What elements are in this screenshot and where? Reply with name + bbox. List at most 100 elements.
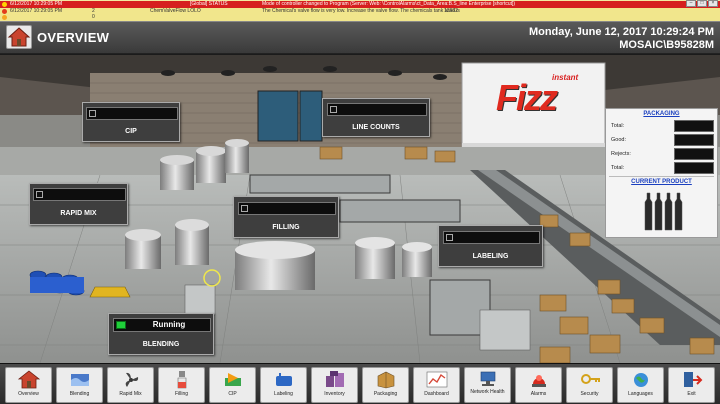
datetime-display: Monday, June 12, 2017 10:29:24 PM [528,26,714,38]
blending-icon [71,374,89,386]
labeling-label: LABELING [472,253,509,260]
blending-status-text: Running [152,320,186,329]
alarm-severity-icon [2,2,7,7]
rapid-mix-panel[interactable]: RAPID MIX [29,183,128,225]
close-icon[interactable]: × [708,0,718,7]
network-icon [480,371,496,386]
status-chip [330,106,337,113]
filling-label: FILLING [272,224,300,231]
nav-label: Network Health [470,389,505,395]
nav-languages-button[interactable]: Languages [617,367,664,403]
brand-logo-text: Fizz [496,77,558,118]
packaging-title: PACKAGING [643,111,680,117]
labeling-bar [443,231,540,244]
packaging-total2-label: Total: [611,165,625,171]
nav-label: CIP [228,391,237,397]
nav-security-button[interactable]: Security [566,367,613,403]
bottom-nav: Overview Blending Rapid Mix Filling CIP … [0,363,720,404]
alarm-source: [Global] STATUS [190,1,228,7]
status-chip [89,110,96,117]
status-chip [36,191,43,198]
nav-packaging-button[interactable]: Packaging [362,367,409,403]
packaging-total2-row: Total: [611,162,714,174]
running-indicator [116,321,126,329]
nav-label: Rapid Mix [119,391,142,397]
station-name: MOSAIC\B95828M [619,39,714,51]
divider [609,176,714,177]
exit-icon [684,372,703,387]
rapid-mix-bar [33,188,126,201]
alarm-row[interactable]: 6/12/2017 10:29:05 PM [Global] STATUS Mo… [0,1,720,8]
status-chip [446,234,453,241]
nav-label: Exit [687,391,696,397]
packaging-total2-value [674,162,714,174]
status-chip [241,205,248,212]
labeling-panel[interactable]: LABELING [438,225,543,267]
maximize-icon[interactable]: □ [697,0,707,7]
labeling-icon [276,373,292,386]
bottles-icon [644,192,683,231]
blending-panel[interactable]: Running BLENDING [108,313,214,355]
nav-cip-button[interactable]: CIP [209,367,256,403]
packaging-good-row: Good: [611,134,714,146]
nav-overview-button[interactable]: Overview [5,367,52,403]
header-bar: OVERVIEW Monday, June 12, 2017 10:29:24 … [0,22,720,54]
nav-filling-button[interactable]: Filling [158,367,205,403]
packaging-good-label: Good: [611,137,626,143]
nav-label: Labeling [274,391,293,397]
packaging-total-value [674,120,714,132]
line-counts-label: LINE COUNTS [352,124,400,131]
alarm-row[interactable]: 0 [0,14,720,21]
filling-bar [238,202,336,215]
alarm-date: 6/12/2017 10:29:05 PM [10,1,62,7]
nav-label: Languages [628,391,653,397]
home-button[interactable] [6,25,32,49]
line-counts-panel[interactable]: LINE COUNTS [322,98,430,137]
alarm-severity-icon [2,15,7,20]
inventory-icon [326,371,344,387]
alarm-banner: 6/12/2017 10:29:05 PM [Global] STATUS Mo… [0,0,720,22]
blending-status-bar: Running [113,318,211,332]
page-title: OVERVIEW [37,30,110,45]
blending-label: BLENDING [142,341,180,348]
alarm-icon [532,375,546,387]
nav-inventory-button[interactable]: Inventory [311,367,358,403]
cip-status-bar [86,107,178,120]
packaging-total-row: Total: [611,120,714,132]
nav-network-health-button[interactable]: Network Health [464,367,511,403]
nav-label: Security [580,391,599,397]
packaging-total-label: Total: [611,123,625,129]
packaging-rejects-row: Rejects: [611,148,714,160]
nav-alarms-button[interactable]: Alarms [515,367,562,403]
nav-label: Packaging [373,391,398,397]
nav-label: Alarms [530,391,547,397]
key-icon [581,374,600,384]
alarm-message: Mode of controller changed to Program (S… [262,1,516,7]
cip-label: CIP [125,128,137,135]
alarm-count: 0 [92,14,95,20]
nav-dashboard-button[interactable]: Dashboard [413,367,460,403]
nav-rapid-mix-button[interactable]: Rapid Mix [107,367,154,403]
current-product-title: CURRENT PRODUCT [631,179,692,185]
packaging-panel[interactable]: PACKAGING Total: Good: Rejects: Total: C… [605,108,718,238]
nav-label: Dashboard [424,391,449,397]
home-icon [7,27,31,47]
nav-labeling-button[interactable]: Labeling [260,367,307,403]
nav-label: Blending [69,391,90,397]
nav-label: Filling [174,391,189,397]
minimize-icon[interactable]: – [686,0,696,7]
home-icon [18,370,40,389]
packaging-rejects-value [674,148,714,160]
filling-panel[interactable]: FILLING [233,196,339,238]
cip-panel[interactable]: CIP [82,102,180,142]
nav-blending-button[interactable]: Blending [56,367,103,403]
nav-label: Overview [18,391,39,397]
plant-floor-scene: instant Fizz CIP LINE COUNTS RAPID MIX F… [0,55,720,363]
brand-logo: instant Fizz [490,73,598,129]
dashboard-icon [426,371,448,388]
nav-label: Inventory [324,391,345,397]
filling-icon [177,371,187,389]
nav-exit-button[interactable]: Exit [668,367,715,403]
line-counts-bar [327,103,427,116]
packaging-rejects-label: Rejects: [611,151,631,157]
